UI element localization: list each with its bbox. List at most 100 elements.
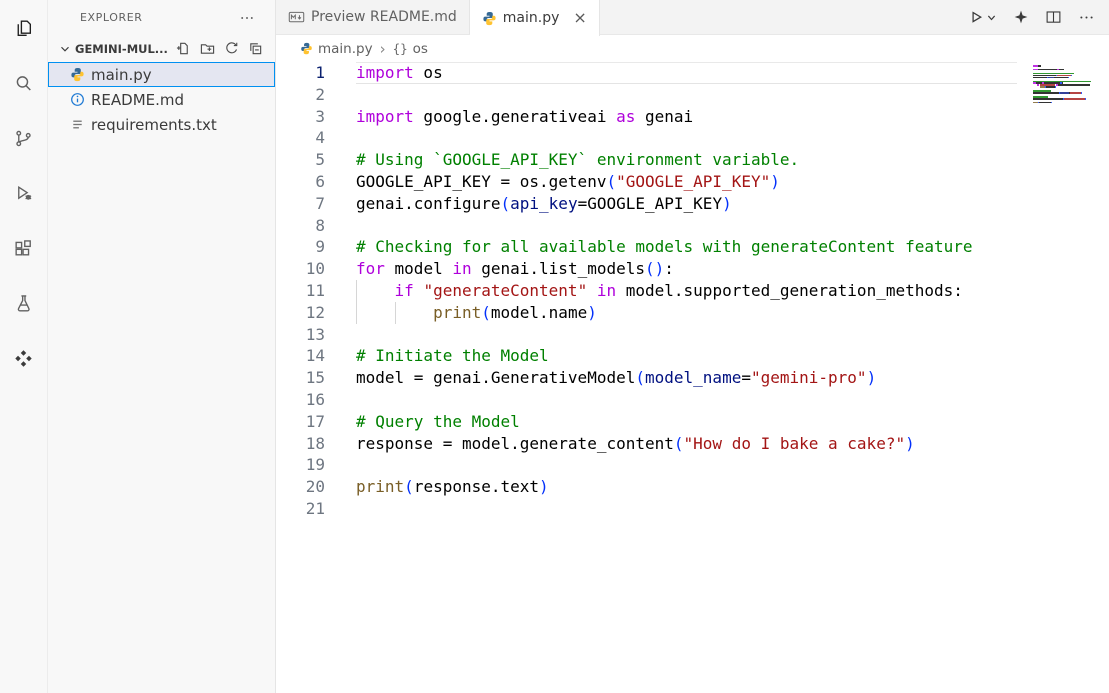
code-line[interactable]: 5# Using `GOOGLE_API_KEY` environment va… [276,149,1017,171]
code-line[interactable]: 7genai.configure(api_key=GOOGLE_API_KEY) [276,193,1017,215]
tab-preview-readme[interactable]: Preview README.md [276,0,470,34]
code-line[interactable]: 12 print(model.name) [276,302,1017,324]
line-number: 13 [276,324,325,346]
breadcrumb-item-symbol[interactable]: {} os [393,41,428,57]
code-line[interactable]: 14# Initiate the Model [276,345,1017,367]
source-control-icon [13,128,34,149]
code-line[interactable]: 13 [276,324,1017,346]
file-label: main.py [91,66,152,84]
run-icon [968,9,985,26]
file-label: requirements.txt [91,116,217,134]
code-line[interactable]: 11 if "generateContent" in model.support… [276,280,1017,302]
activity-testing-button[interactable] [0,279,48,327]
tab-label: main.py [503,10,560,26]
info-icon [70,92,85,107]
activity-run-debug-button[interactable] [0,169,48,217]
explorer-sidebar: EXPLORER GEMINI-MUL... [48,0,276,693]
activity-bar [0,0,48,693]
testing-icon [13,293,34,314]
four-diamonds-icon [13,348,34,369]
code-editor[interactable]: 1import os23import google.generativeai a… [276,62,1109,693]
extensions-icon [13,238,34,259]
collapse-all-icon[interactable] [248,41,263,56]
run-python-file-button[interactable] [968,9,997,26]
editor-actions [968,0,1109,34]
tab-label: Preview README.md [311,9,457,25]
python-icon [482,11,497,26]
code-line[interactable]: 8 [276,215,1017,237]
line-number: 2 [276,84,325,106]
line-number: 10 [276,258,325,280]
indent-guide-line [356,302,357,324]
minimap[interactable] [1033,65,1099,106]
tab-main-py[interactable]: main.py × [470,0,600,36]
breadcrumb-symbol-label: os [413,41,428,57]
code-line[interactable]: 3import google.generativeai as genai [276,106,1017,128]
chevron-down-icon [986,12,997,23]
breadcrumb-separator: › [380,40,386,58]
breadcrumb-file-label: main.py [318,41,373,57]
code-line[interactable]: 17# Query the Model [276,411,1017,433]
file-item-requirements-txt[interactable]: requirements.txt [48,112,275,137]
code-line[interactable]: 1import os [276,62,1017,84]
workspace-name: GEMINI-MUL... [75,42,176,56]
code-line[interactable]: 6GOOGLE_API_KEY = os.getenv("GOOGLE_API_… [276,171,1017,193]
markdown-icon [288,9,305,26]
explorer-title: EXPLORER [80,11,239,24]
line-number: 6 [276,171,325,193]
refresh-icon[interactable] [224,41,239,56]
explorer-section-header[interactable]: GEMINI-MUL... [48,35,275,62]
code-line[interactable]: 2 [276,84,1017,106]
sparkle-icon[interactable] [1013,9,1029,25]
python-icon [70,67,85,82]
code-line[interactable]: 16 [276,389,1017,411]
file-item-readme-md[interactable]: README.md [48,87,275,112]
code-line[interactable]: 19 [276,454,1017,476]
line-number: 14 [276,345,325,367]
symbol-namespace-icon: {} [393,41,408,56]
line-number: 9 [276,236,325,258]
line-number: 18 [276,433,325,455]
code-line[interactable]: 20print(response.text) [276,476,1017,498]
activity-custom-extension-button[interactable] [0,334,48,382]
activity-source-control-button[interactable] [0,114,48,162]
code-line[interactable]: 21 [276,498,1017,520]
search-icon [13,73,34,94]
line-number: 3 [276,106,325,128]
file-label: README.md [91,91,184,109]
code-line[interactable]: 18response = model.generate_content("How… [276,433,1017,455]
line-number: 7 [276,193,325,215]
line-number: 12 [276,302,325,324]
code-line[interactable]: 4 [276,127,1017,149]
line-number: 5 [276,149,325,171]
code-lines[interactable]: 1import os23import google.generativeai a… [276,62,1017,520]
line-number: 19 [276,454,325,476]
line-number: 16 [276,389,325,411]
tab-close-button[interactable]: × [573,10,586,26]
line-number: 8 [276,215,325,237]
split-editor-icon[interactable] [1045,9,1062,26]
code-line[interactable]: 10for model in genai.list_models(): [276,258,1017,280]
file-item-main-py[interactable]: main.py [48,62,275,87]
line-number: 17 [276,411,325,433]
minimap-line [1033,104,1099,106]
activity-extensions-button[interactable] [0,224,48,272]
activity-search-button[interactable] [0,59,48,107]
line-number: 1 [276,62,325,84]
ellipsis-icon[interactable] [1078,9,1095,26]
activity-explorer-button[interactable] [0,4,48,52]
line-number: 15 [276,367,325,389]
line-number: 11 [276,280,325,302]
line-number: 21 [276,498,325,520]
line-number: 20 [276,476,325,498]
code-line[interactable]: 15model = genai.GenerativeModel(model_na… [276,367,1017,389]
explorer-more-actions-button[interactable] [239,10,255,26]
run-debug-icon [13,183,34,204]
python-icon [300,42,313,55]
code-line[interactable]: 9# Checking for all available models wit… [276,236,1017,258]
new-folder-icon[interactable] [200,41,215,56]
editor-group: Preview README.md main.py × [276,0,1109,693]
new-file-icon[interactable] [176,41,191,56]
breadcrumb-item-file[interactable]: main.py [300,41,373,57]
text-file-icon [70,117,85,132]
